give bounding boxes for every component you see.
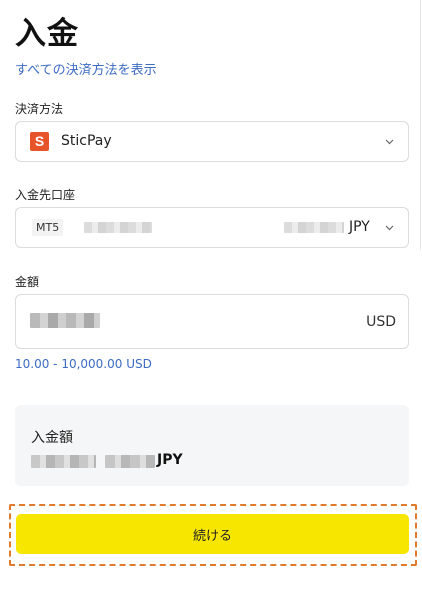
amount-range-hint: 10.00 - 10,000.00 USD: [15, 357, 152, 371]
deposit-summary-card: 入金額 JPY: [15, 405, 409, 486]
show-all-methods-link[interactable]: すべての決済方法を表示: [15, 59, 157, 78]
account-number-redacted: [84, 222, 152, 233]
amount-field[interactable]: USD: [15, 294, 409, 349]
amount-currency: USD: [366, 314, 396, 330]
account-balance-redacted: [284, 222, 344, 233]
page-title: 入金: [15, 16, 79, 52]
chevron-down-icon: [385, 137, 394, 146]
summary-currency: JPY: [157, 452, 183, 468]
continue-button[interactable]: 続ける: [16, 514, 409, 554]
payment-method-select[interactable]: S SticPay: [15, 121, 409, 162]
payment-method-value: SticPay: [61, 133, 112, 149]
summary-amount-redacted: [105, 455, 155, 468]
right-divider: [420, 0, 421, 250]
chevron-down-icon: [385, 223, 394, 232]
deposit-account-select[interactable]: MT5 JPY: [15, 207, 409, 248]
account-platform-tag: MT5: [32, 219, 64, 236]
amount-label: 金額: [15, 275, 40, 289]
account-currency: JPY: [349, 219, 370, 235]
payment-method-label: 決済方法: [15, 102, 64, 116]
deposit-account-label: 入金先口座: [15, 188, 76, 202]
summary-label: 入金額: [31, 430, 73, 446]
amount-value-redacted: [30, 313, 100, 328]
sticpay-logo-icon: S: [30, 132, 49, 151]
amount-input[interactable]: [106, 307, 336, 337]
summary-amount-redacted: [31, 455, 96, 468]
